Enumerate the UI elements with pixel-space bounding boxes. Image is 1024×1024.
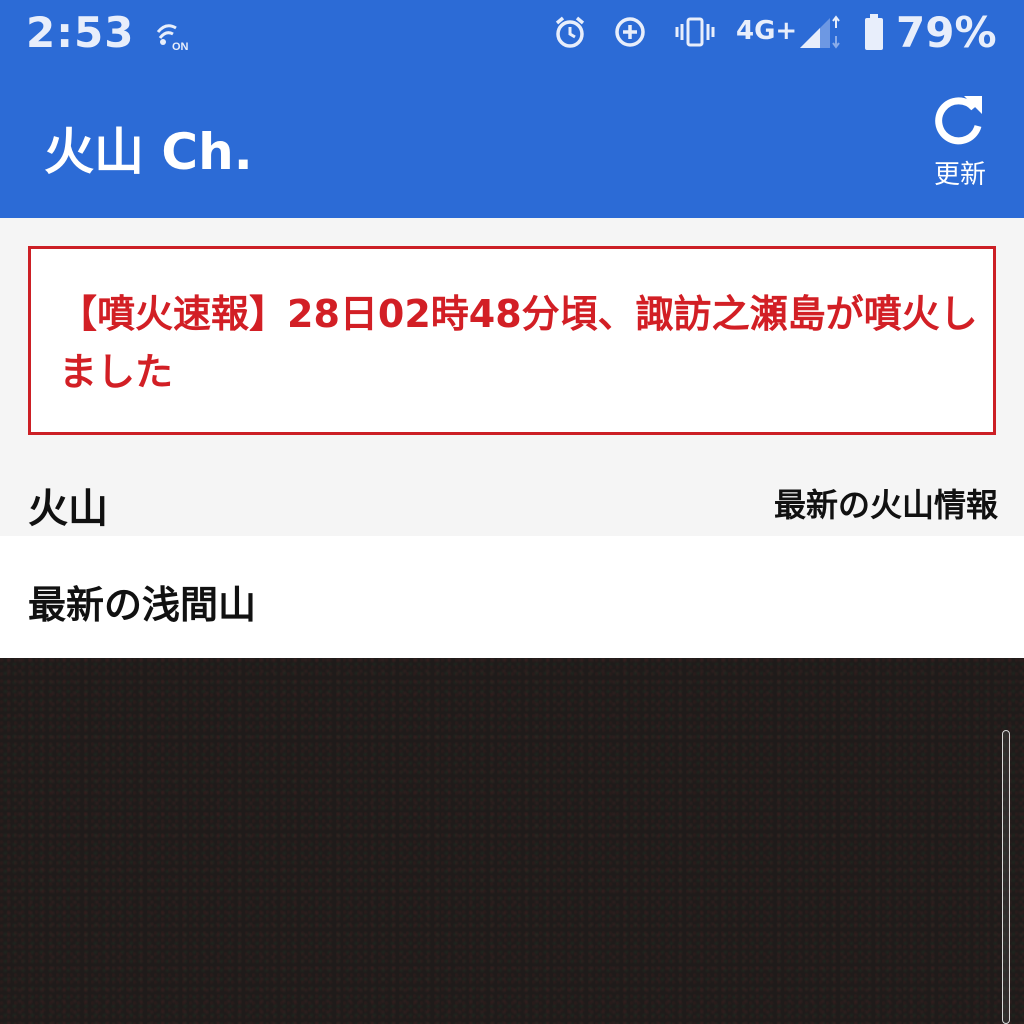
asama-subsection: 最新の浅間山 <box>0 536 1024 658</box>
battery-icon <box>862 12 886 56</box>
status-time: 2:53 <box>26 8 135 57</box>
vibrate-icon <box>674 14 716 54</box>
alarm-icon <box>552 14 588 54</box>
network-type: 4G+ <box>736 16 798 46</box>
nfc-on-icon: ON <box>152 18 194 56</box>
subsection-title: 最新の浅間山 <box>28 583 257 627</box>
latest-volcano-info-link[interactable]: 最新の火山情報 <box>774 480 998 526</box>
svg-text:ON: ON <box>172 41 189 52</box>
volcano-section-header: 火山 最新の火山情報 <box>0 460 1024 536</box>
status-bar: 2:53 ON 4G+ 79% <box>0 0 1024 70</box>
section-title: 火山 <box>28 486 108 532</box>
refresh-button[interactable]: 更新 <box>920 88 1000 198</box>
data-saver-icon <box>612 14 648 54</box>
battery-percentage: 79% <box>896 8 997 57</box>
volcano-camera-image <box>0 658 1024 1024</box>
app-bar: 2:53 ON 4G+ 79% 火山 Ch. 更新 <box>0 0 1024 218</box>
eruption-alert-text: 【噴火速報】28日02時48分頃、諏訪之瀬島が噴火しました <box>59 292 978 394</box>
scrollbar[interactable] <box>1002 730 1010 1024</box>
app-title: 火山 Ch. <box>44 123 253 181</box>
signal-icon <box>798 12 844 56</box>
refresh-icon <box>930 88 990 156</box>
refresh-label: 更新 <box>933 160 986 190</box>
eruption-alert-banner[interactable]: 【噴火速報】28日02時48分頃、諏訪之瀬島が噴火しました <box>28 246 996 435</box>
